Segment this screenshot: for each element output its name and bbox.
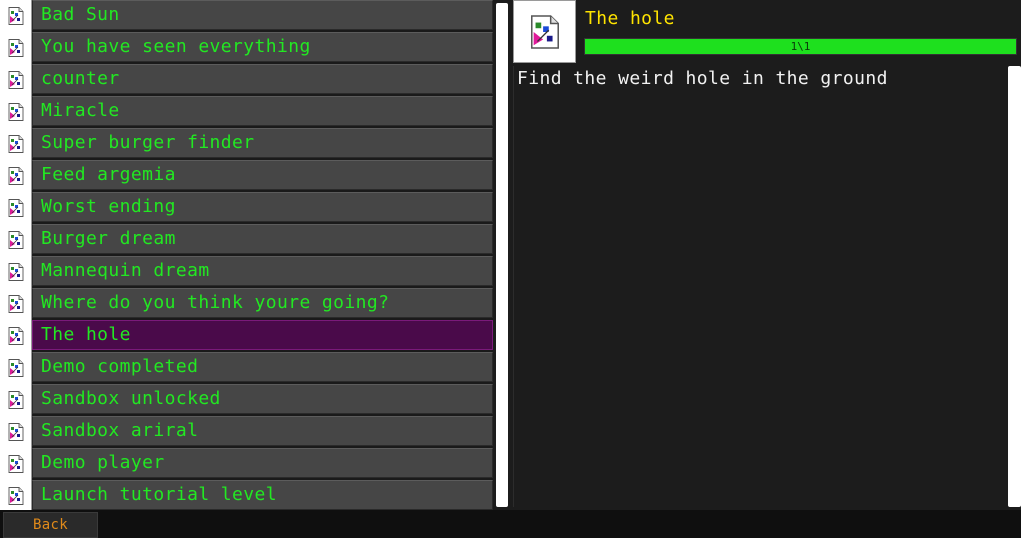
achievement-icon-cell bbox=[0, 192, 32, 224]
achievement-icon-cell bbox=[0, 64, 32, 96]
broken-image-icon bbox=[8, 199, 24, 217]
broken-image-icon bbox=[8, 71, 24, 89]
list-scrollbar[interactable] bbox=[496, 3, 508, 507]
achievement-label[interactable]: Burger dream bbox=[32, 224, 493, 254]
achievement-icon-cell bbox=[0, 384, 32, 416]
achievement-detail-header: The hole 1\1 bbox=[513, 0, 1021, 64]
broken-image-icon bbox=[8, 167, 24, 185]
broken-image-icon bbox=[8, 359, 24, 377]
achievement-icon-cell bbox=[0, 320, 32, 352]
broken-image-icon bbox=[8, 103, 24, 121]
achievement-icon-cell bbox=[0, 288, 32, 320]
achievement-icon-cell bbox=[0, 96, 32, 128]
achievement-label[interactable]: Miracle bbox=[32, 96, 493, 126]
achievement-row[interactable]: Bad Sun bbox=[0, 0, 496, 32]
achievement-label[interactable]: Mannequin dream bbox=[32, 256, 493, 286]
achievement-label[interactable]: Worst ending bbox=[32, 192, 493, 222]
achievement-icon-cell bbox=[0, 224, 32, 256]
achievement-row[interactable]: You have seen everything bbox=[0, 32, 496, 64]
achievement-description: Find the weird hole in the ground bbox=[517, 68, 888, 89]
achievement-progress-bar: 1\1 bbox=[584, 38, 1017, 55]
achievement-label[interactable]: Demo player bbox=[32, 448, 493, 478]
broken-image-icon bbox=[8, 327, 24, 345]
achievement-label[interactable]: Feed argemia bbox=[32, 160, 493, 190]
progress-text: 1\1 bbox=[790, 40, 811, 53]
broken-image-icon bbox=[8, 263, 24, 281]
achievement-label[interactable]: Bad Sun bbox=[32, 0, 493, 30]
achievement-row[interactable]: Demo completed bbox=[0, 352, 496, 384]
achievement-row[interactable]: counter bbox=[0, 64, 496, 96]
achievement-label[interactable]: Where do you think youre going? bbox=[32, 288, 493, 318]
broken-image-icon bbox=[8, 7, 24, 25]
broken-image-icon bbox=[8, 295, 24, 313]
broken-image-icon bbox=[8, 231, 24, 249]
achievement-icon-cell bbox=[0, 352, 32, 384]
achievement-label[interactable]: Super burger finder bbox=[32, 128, 493, 158]
broken-image-icon bbox=[8, 39, 24, 57]
achievement-label[interactable]: Sandbox ariral bbox=[32, 416, 493, 446]
achievement-list: Bad Sun You have seen everything counter Mi… bbox=[0, 0, 496, 510]
achievement-icon-cell bbox=[0, 160, 32, 192]
achievement-label[interactable]: The hole bbox=[32, 320, 493, 350]
achievement-row[interactable]: Worst ending bbox=[0, 192, 496, 224]
achievement-label[interactable]: Demo completed bbox=[32, 352, 493, 382]
achievement-row[interactable]: Demo player bbox=[0, 448, 496, 480]
achievement-row[interactable]: Sandbox ariral bbox=[0, 416, 496, 448]
achievement-icon-cell bbox=[0, 128, 32, 160]
achievement-row[interactable]: Mannequin dream bbox=[0, 256, 496, 288]
achievement-row[interactable]: Burger dream bbox=[0, 224, 496, 256]
broken-image-icon bbox=[8, 423, 24, 441]
achievement-icon-cell bbox=[0, 0, 32, 32]
achievement-icon-cell bbox=[0, 32, 32, 64]
achievement-label[interactable]: You have seen everything bbox=[32, 32, 493, 62]
achievement-row[interactable]: Where do you think youre going? bbox=[0, 288, 496, 320]
achievement-icon-cell bbox=[0, 416, 32, 448]
broken-image-icon bbox=[8, 135, 24, 153]
achievements-screen: Bad Sun You have seen everything counter Mi… bbox=[0, 0, 1021, 538]
achievement-row[interactable]: Super burger finder bbox=[0, 128, 496, 160]
achievement-row[interactable]: The hole bbox=[0, 320, 496, 352]
achievement-row[interactable]: Miracle bbox=[0, 96, 496, 128]
achievement-row[interactable]: Sandbox unlocked bbox=[0, 384, 496, 416]
achievement-icon-cell bbox=[0, 480, 32, 510]
broken-image-icon bbox=[8, 455, 24, 473]
achievement-label[interactable]: Launch tutorial level bbox=[32, 480, 493, 510]
broken-image-icon bbox=[531, 15, 559, 49]
achievement-row[interactable]: Launch tutorial level bbox=[0, 480, 496, 510]
achievement-icon-cell bbox=[0, 256, 32, 288]
back-button[interactable]: Back bbox=[3, 512, 98, 538]
achievement-detail-icon bbox=[513, 0, 576, 63]
achievement-label[interactable]: Sandbox unlocked bbox=[32, 384, 493, 414]
achievement-label[interactable]: counter bbox=[32, 64, 493, 94]
description-scrollbar[interactable] bbox=[1008, 66, 1021, 507]
achievement-row[interactable]: Feed argemia bbox=[0, 160, 496, 192]
achievement-icon-cell bbox=[0, 448, 32, 480]
achievement-description-panel: Find the weird hole in the ground bbox=[513, 66, 1007, 507]
broken-image-icon bbox=[8, 487, 24, 505]
bottom-bar: Back bbox=[0, 510, 1021, 538]
achievement-detail-title: The hole bbox=[585, 8, 675, 29]
broken-image-icon bbox=[8, 391, 24, 409]
